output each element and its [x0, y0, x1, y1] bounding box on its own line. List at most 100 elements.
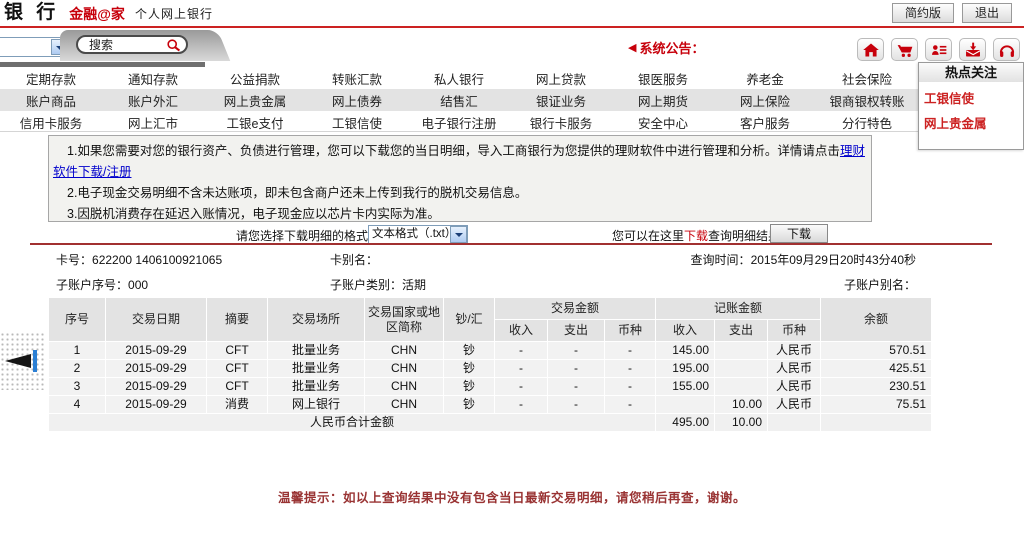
table-footer: 人民币合计金额 495.00 10.00: [49, 414, 931, 431]
table-cell: 2: [49, 360, 105, 377]
contacts-button[interactable]: [925, 38, 952, 61]
hot-topic-link[interactable]: 网上贵金属: [919, 107, 1023, 132]
search-input[interactable]: 搜索: [76, 35, 188, 54]
cart-button[interactable]: [891, 38, 918, 61]
menu-item[interactable]: 银行卡服务: [510, 113, 612, 132]
col-date: 交易日期: [106, 298, 206, 341]
table-cell: 1: [49, 342, 105, 359]
notice-line-2: 2.电子现金交易明细不含未达账项，即未包含商户还未上传到我行的脱机交易信息。: [53, 183, 865, 204]
menu-item[interactable]: 私人银行: [408, 69, 510, 88]
menu-item[interactable]: 网上债券: [306, 91, 408, 110]
hot-topics-panel: 热点关注 工银信使网上贵金属: [918, 62, 1024, 150]
download-icon: [963, 41, 983, 59]
home-button[interactable]: [857, 38, 884, 61]
quick-icons: [857, 38, 1020, 61]
menu-item[interactable]: 账户商品: [0, 91, 102, 110]
menu-item[interactable]: 工银信使: [306, 113, 408, 132]
table-cell: 10.00: [715, 396, 767, 413]
table-cell: 230.51: [821, 378, 931, 395]
collapse-arrow-icon: [5, 354, 31, 368]
simple-version-button[interactable]: 简约版: [892, 3, 954, 23]
table-cell: 425.51: [821, 360, 931, 377]
notice-line-1: 1.如果您需要对您的银行资产、负债进行管理，您可以下载您的当日明细，导入工商银行…: [53, 141, 865, 183]
menu-item[interactable]: 结售汇: [408, 91, 510, 110]
search-icon[interactable]: [165, 37, 181, 53]
account-info-row-2: 子账户序号：000 子账户类别：活期 子账户别名：: [0, 276, 1024, 296]
download-button-main[interactable]: 下载: [770, 224, 828, 243]
menu-item[interactable]: 公益捐款: [204, 69, 306, 88]
table-cell: -: [548, 342, 604, 359]
speaker-icon: ◀: [628, 41, 636, 54]
headset-button[interactable]: [993, 38, 1020, 61]
menu-item[interactable]: 网上汇市: [102, 113, 204, 132]
notice-line-3: 3.因脱机消费存在延迟入账情况，电子现金应以芯片卡内实际为准。: [53, 204, 865, 225]
menu-item[interactable]: 银证业务: [510, 91, 612, 110]
hot-topic-link[interactable]: 工银信使: [919, 82, 1023, 107]
logo-bank-text: 银 行: [4, 2, 59, 24]
menu-item[interactable]: 电子银行注册: [408, 113, 510, 132]
table-cell: [715, 360, 767, 377]
logo: 银 行 金融@家 个人网上银行: [4, 2, 213, 24]
sidebar-collapse-handle[interactable]: [0, 332, 45, 390]
menu-row: 定期存款通知存款公益捐款转账汇款私人银行网上贷款银医服务养老金社会保险: [0, 67, 918, 89]
menu-row: 账户商品账户外汇网上贵金属网上债券结售汇银证业务网上期货网上保险银商银权转账: [0, 89, 918, 111]
page-root: 银 行 金融@家 个人网上银行 简约版 退出 搜索 ◀ 系统公告：: [0, 0, 1024, 541]
table-cell: 批量业务: [268, 360, 364, 377]
format-select-value: 文本格式（.txt）: [372, 228, 456, 240]
table-cell: -: [548, 378, 604, 395]
menu-item[interactable]: 分行特色: [816, 113, 918, 132]
chevron-down-icon[interactable]: [450, 226, 467, 243]
contacts-icon: [929, 41, 949, 59]
query-time: 查询时间：2015年09月29日20时43分40秒: [691, 251, 916, 268]
menu-item[interactable]: 信用卡服务: [0, 113, 102, 132]
col-txn-currency: 币种: [605, 320, 655, 341]
menu-item[interactable]: 转账汇款: [306, 69, 408, 88]
menu-item[interactable]: 客户服务: [714, 113, 816, 132]
system-announcement: ◀ 系统公告：: [628, 38, 704, 57]
download-button[interactable]: [959, 38, 986, 61]
table-cell: 消费: [207, 396, 267, 413]
table-cell: -: [605, 396, 655, 413]
sub-account-type: 子账户类别：活期: [330, 276, 426, 293]
table-cell: 145.00: [656, 342, 714, 359]
hint-pre: 您可以在这里: [612, 229, 684, 243]
col-group-transaction-amount: 交易金额: [495, 298, 655, 319]
table-cell: CFT: [207, 360, 267, 377]
table-cell: 网上银行: [268, 396, 364, 413]
table-cell: [715, 378, 767, 395]
menu-item[interactable]: 银医服务: [612, 69, 714, 88]
menu-item[interactable]: 社会保险: [816, 69, 918, 88]
table-cell: -: [495, 396, 547, 413]
menu-item[interactable]: 网上保险: [714, 91, 816, 110]
format-select[interactable]: 文本格式（.txt）: [368, 225, 468, 244]
download-link[interactable]: 下载: [684, 229, 708, 243]
menu-item[interactable]: 账户外汇: [102, 91, 204, 110]
table-cell: CHN: [365, 396, 443, 413]
menu-item[interactable]: 通知存款: [102, 69, 204, 88]
total-expense: 10.00: [715, 414, 767, 431]
menu-item[interactable]: 定期存款: [0, 69, 102, 88]
col-group-booking-amount: 记账金额: [656, 298, 820, 319]
table-cell: -: [605, 378, 655, 395]
menu-item[interactable]: 养老金: [714, 69, 816, 88]
menu-item[interactable]: 银商银权转账: [816, 91, 918, 110]
table-row: 12015-09-29CFT批量业务CHN钞---145.00人民币570.51: [49, 342, 931, 359]
table-body: 12015-09-29CFT批量业务CHN钞---145.00人民币570.51…: [49, 342, 931, 413]
table-cell: 2015-09-29: [106, 360, 206, 377]
menu-item[interactable]: 网上期货: [612, 91, 714, 110]
logout-button[interactable]: 退出: [962, 3, 1012, 23]
table-cell: 2015-09-29: [106, 342, 206, 359]
menu-item[interactable]: 安全中心: [612, 113, 714, 132]
menu-item[interactable]: 工银e支付: [204, 113, 306, 132]
card-alias: 卡别名：: [330, 251, 378, 268]
col-balance: 余额: [821, 298, 931, 341]
table-cell: 195.00: [656, 360, 714, 377]
cart-icon: [895, 41, 915, 59]
table-cell: CHN: [365, 342, 443, 359]
account-info-row-1: 卡号：622200 1406100921065 卡别名： 查询时间：2015年0…: [0, 251, 1024, 271]
menu-row: 信用卡服务网上汇市工银e支付工银信使电子银行注册银行卡服务安全中心客户服务分行特…: [0, 111, 918, 133]
menu-item[interactable]: 网上贷款: [510, 69, 612, 88]
total-income: 495.00: [656, 414, 714, 431]
menu-item[interactable]: 网上贵金属: [204, 91, 306, 110]
card-number: 卡号：622200 1406100921065: [56, 251, 222, 268]
